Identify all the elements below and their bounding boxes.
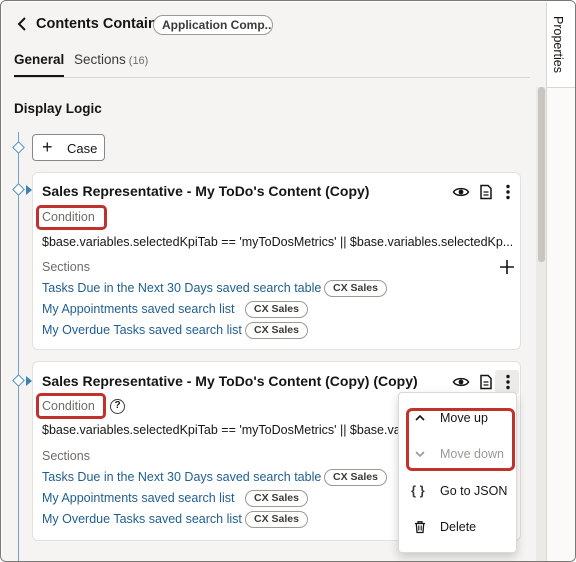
more-vertical-icon[interactable] (499, 373, 517, 391)
section-link[interactable]: Tasks Due in the Next 30 Days saved sear… (42, 470, 321, 484)
tab-sections[interactable]: Sections (16) (74, 52, 148, 76)
condition-highlight-box (36, 205, 107, 230)
menu-item-label: Delete (440, 520, 477, 534)
condition-expression[interactable]: $base.variables.selectedKpiTab == 'myToD… (42, 235, 512, 249)
add-case-button[interactable]: + Case (32, 134, 105, 161)
product-tag: CX Sales (245, 301, 308, 318)
product-tag: CX Sales (324, 280, 387, 297)
scrollbar-thumb[interactable] (538, 87, 545, 262)
page-title: Contents Container (36, 16, 171, 32)
menu-item-go-to-json[interactable]: { } Go to JSON (399, 474, 518, 510)
eye-icon[interactable] (452, 183, 470, 201)
tab-general[interactable]: General (14, 52, 65, 77)
tree-connector-line (18, 132, 19, 561)
section-link[interactable]: My Overdue Tasks saved search list (42, 323, 242, 337)
tab-sections-label: Sections (74, 52, 126, 67)
tree-node-diamond-icon (12, 141, 25, 154)
component-type-chip: Application Comp... (153, 15, 273, 35)
section-link[interactable]: Tasks Due in the Next 30 Days saved sear… (42, 281, 321, 295)
panel-header: Contents Container Application Comp... G… (2, 2, 546, 87)
product-tag: CX Sales (245, 322, 308, 339)
sections-label: Sections (42, 260, 90, 274)
braces-icon: { } (411, 483, 425, 498)
app-frame: Contents Container Application Comp... G… (0, 0, 576, 562)
properties-tab-label: Properties (551, 16, 565, 73)
section-link[interactable]: My Appointments saved search list (42, 302, 234, 316)
duplicate-icon[interactable] (477, 373, 495, 391)
plus-icon: + (42, 137, 53, 157)
product-tag: CX Sales (245, 511, 308, 528)
product-tag: CX Sales (324, 469, 387, 486)
duplicate-icon[interactable] (477, 183, 495, 201)
case-card: Sales Representative - My ToDo's Content… (32, 172, 521, 350)
add-case-label: Case (67, 141, 98, 156)
section-link[interactable]: My Appointments saved search list (42, 491, 234, 505)
menu-item-label: Go to JSON (440, 484, 508, 498)
help-icon[interactable]: ? (110, 399, 125, 414)
trash-icon (415, 521, 425, 534)
tab-properties[interactable]: Properties (547, 2, 575, 88)
case-title: Sales Representative - My ToDo's Content… (42, 373, 418, 389)
display-logic-heading: Display Logic (14, 101, 102, 116)
sections-label: Sections (42, 449, 90, 463)
tree-node-diamond-icon (12, 374, 25, 387)
tab-general-label: General (14, 52, 65, 67)
product-tag: CX Sales (245, 490, 308, 507)
case-title: Sales Representative - My ToDo's Content… (42, 183, 370, 199)
chevron-left-icon[interactable] (14, 15, 32, 33)
section-link[interactable]: My Overdue Tasks saved search list (42, 512, 242, 526)
tab-divider (14, 77, 530, 78)
add-section-plus-icon[interactable] (499, 259, 515, 275)
right-rail: Properties (546, 2, 575, 561)
condition-expression[interactable]: $base.variables.selectedKpiTab == 'myToD… (42, 423, 404, 437)
move-items-highlight-box (406, 408, 515, 471)
menu-item-delete[interactable]: Delete (399, 510, 518, 546)
tab-sections-count: (16) (128, 55, 149, 67)
condition-highlight-box (36, 393, 106, 419)
tree-node-diamond-icon (12, 183, 25, 196)
eye-icon[interactable] (452, 373, 470, 391)
more-vertical-icon[interactable] (499, 183, 517, 201)
